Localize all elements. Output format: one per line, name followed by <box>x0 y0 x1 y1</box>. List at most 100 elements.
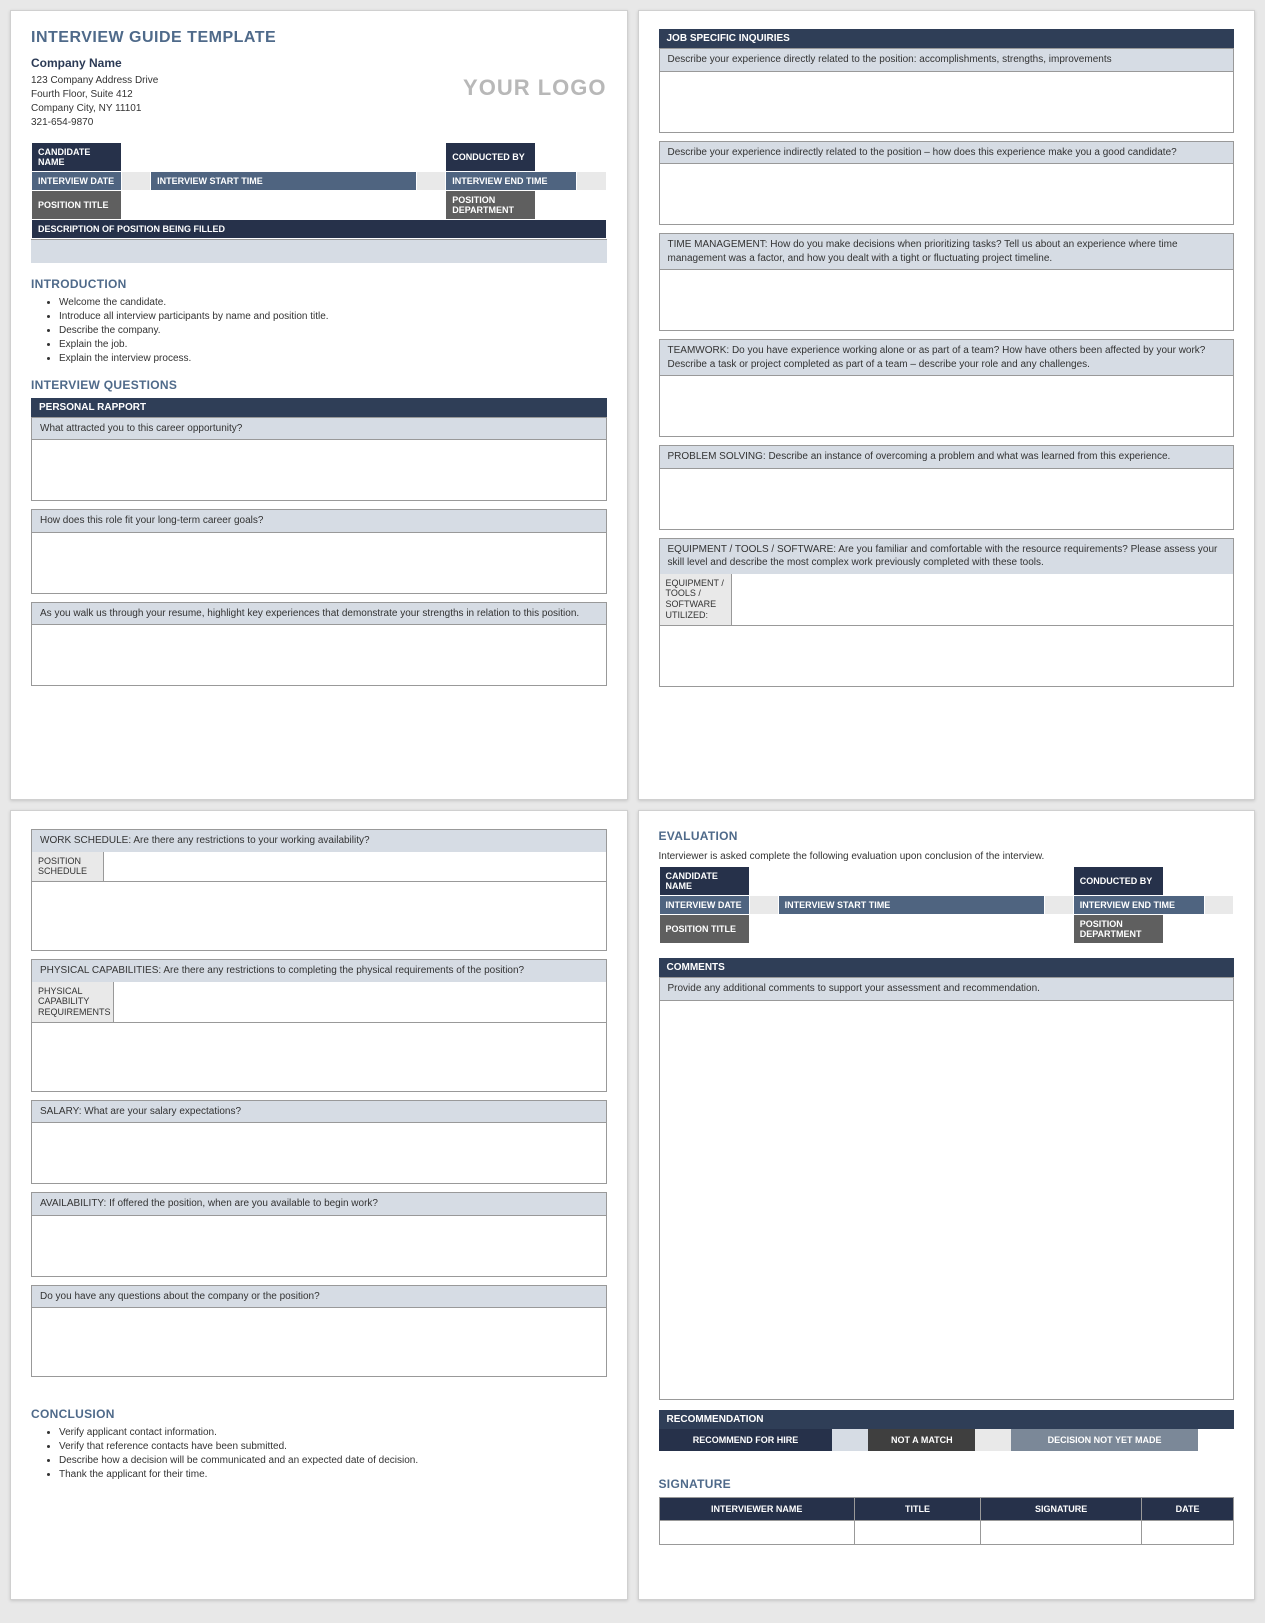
conclusion-item: Thank the applicant for their time. <box>59 1469 607 1480</box>
eval-label-interview-start: INTERVIEW START TIME <box>778 896 1044 915</box>
a-rapport-1[interactable] <box>31 439 607 501</box>
eval-input-interview-end[interactable] <box>1204 896 1233 915</box>
physical-label: PHYSICAL CAPABILITY REQUIREMENTS <box>32 982 114 1022</box>
sig-input-title[interactable] <box>854 1520 980 1544</box>
sig-input-date[interactable] <box>1142 1520 1234 1544</box>
page-2: JOB SPECIFIC INQUIRIES Describe your exp… <box>638 10 1256 800</box>
a-jsi-3[interactable] <box>659 269 1235 331</box>
job-specific-bar: JOB SPECIFIC INQUIRIES <box>659 29 1235 48</box>
a-rapport-2[interactable] <box>31 532 607 594</box>
q-physical: PHYSICAL CAPABILITIES: Are there any res… <box>31 959 607 982</box>
introduction-heading: INTRODUCTION <box>31 277 607 291</box>
q-any-questions: Do you have any questions about the comp… <box>31 1285 607 1308</box>
personal-rapport-bar: PERSONAL RAPPORT <box>31 398 607 417</box>
sig-input-signature[interactable] <box>981 1520 1142 1544</box>
jsi-6-sublabel-row: EQUIPMENT / TOOLS / SOFTWARE UTILIZED: <box>659 574 1235 625</box>
conclusion-item: Describe how a decision will be communic… <box>59 1455 607 1466</box>
rec-hire-label: RECOMMEND FOR HIRE <box>659 1429 833 1451</box>
input-conducted-by[interactable] <box>536 142 606 171</box>
physical-sublabel-row: PHYSICAL CAPABILITY REQUIREMENTS <box>31 982 607 1022</box>
work-schedule-sublabel-row: POSITION SCHEDULE <box>31 852 607 882</box>
conclusion-heading: CONCLUSION <box>31 1407 607 1421</box>
page-3: WORK SCHEDULE: Are there any restriction… <box>10 810 628 1600</box>
input-position-title[interactable] <box>122 190 446 219</box>
jsi-6-value[interactable] <box>732 574 1234 625</box>
q-rapport-1: What attracted you to this career opport… <box>31 417 607 440</box>
logo-placeholder: YOUR LOGO <box>463 55 606 101</box>
eval-input-interview-start[interactable] <box>1044 896 1073 915</box>
recommendation-table: RECOMMEND FOR HIRE NOT A MATCH DECISION … <box>659 1429 1235 1451</box>
evaluation-info-table: CANDIDATE NAME CONDUCTED BY INTERVIEW DA… <box>659 866 1235 944</box>
eval-label-position-title: POSITION TITLE <box>659 915 749 944</box>
rec-pending-check[interactable] <box>1198 1429 1234 1451</box>
signature-table: INTERVIEWER NAME TITLE SIGNATURE DATE <box>659 1497 1235 1545</box>
q-availability: AVAILABILITY: If offered the position, w… <box>31 1192 607 1215</box>
sig-col-name: INTERVIEWER NAME <box>659 1497 854 1520</box>
q-jsi-3: TIME MANAGEMENT: How do you make decisio… <box>659 233 1235 269</box>
label-interview-end: INTERVIEW END TIME <box>446 171 577 190</box>
q-jsi-6: EQUIPMENT / TOOLS / SOFTWARE: Are you fa… <box>659 538 1235 574</box>
a-availability[interactable] <box>31 1215 607 1277</box>
addr-line-3: Company City, NY 11101 <box>31 102 158 116</box>
label-description: DESCRIPTION OF POSITION BEING FILLED <box>32 219 607 238</box>
a-jsi-1[interactable] <box>659 71 1235 133</box>
q-jsi-5: PROBLEM SOLVING: Describe an instance of… <box>659 445 1235 468</box>
work-schedule-value[interactable] <box>104 852 606 882</box>
comments-box[interactable] <box>659 1000 1235 1400</box>
evaluation-heading: EVALUATION <box>659 829 1235 843</box>
q-jsi-2: Describe your experience indirectly rela… <box>659 141 1235 164</box>
q-jsi-4: TEAMWORK: Do you have experience working… <box>659 339 1235 375</box>
eval-label-interview-date: INTERVIEW DATE <box>659 896 749 915</box>
eval-input-conducted-by[interactable] <box>1163 867 1233 896</box>
evaluation-note: Interviewer is asked complete the follow… <box>659 851 1235 862</box>
eval-input-interview-date[interactable] <box>749 896 778 915</box>
label-interview-start: INTERVIEW START TIME <box>151 171 417 190</box>
sig-col-date: DATE <box>1142 1497 1234 1520</box>
page-1: INTERVIEW GUIDE TEMPLATE Company Name 12… <box>10 10 628 800</box>
page-4: EVALUATION Interviewer is asked complete… <box>638 810 1256 1600</box>
introduction-list: Welcome the candidate. Introduce all int… <box>31 297 607 364</box>
eval-input-position-dept[interactable] <box>1163 915 1233 944</box>
input-description[interactable] <box>31 239 607 263</box>
addr-line-1: 123 Company Address Drive <box>31 74 158 88</box>
q-work-schedule: WORK SCHEDULE: Are there any restriction… <box>31 829 607 852</box>
q-jsi-1: Describe your experience directly relate… <box>659 48 1235 71</box>
a-jsi-5[interactable] <box>659 468 1235 530</box>
rec-notmatch-check[interactable] <box>975 1429 1011 1451</box>
intro-item: Explain the interview process. <box>59 353 607 364</box>
eval-label-interview-end: INTERVIEW END TIME <box>1073 896 1204 915</box>
a-salary[interactable] <box>31 1122 607 1184</box>
eval-label-candidate-name: CANDIDATE NAME <box>659 867 749 896</box>
rec-pending-label: DECISION NOT YET MADE <box>1011 1429 1198 1451</box>
intro-item: Explain the job. <box>59 339 607 350</box>
signature-heading: SIGNATURE <box>659 1477 1235 1491</box>
a-physical[interactable] <box>31 1022 607 1092</box>
a-jsi-2[interactable] <box>659 163 1235 225</box>
input-candidate-name[interactable] <box>122 142 446 171</box>
input-interview-end[interactable] <box>577 171 606 190</box>
input-position-dept[interactable] <box>536 190 606 219</box>
a-rapport-3[interactable] <box>31 624 607 686</box>
comments-prompt: Provide any additional comments to suppo… <box>659 977 1235 1000</box>
label-position-dept: POSITION DEPARTMENT <box>446 190 536 219</box>
a-any-questions[interactable] <box>31 1307 607 1377</box>
recommendation-bar: RECOMMENDATION <box>659 1410 1235 1429</box>
conclusion-item: Verify applicant contact information. <box>59 1427 607 1438</box>
intro-item: Describe the company. <box>59 325 607 336</box>
label-conducted-by: CONDUCTED BY <box>446 142 536 171</box>
input-interview-date[interactable] <box>122 171 151 190</box>
jsi-6-label: EQUIPMENT / TOOLS / SOFTWARE UTILIZED: <box>660 574 732 625</box>
physical-value[interactable] <box>114 982 606 1022</box>
rec-hire-check[interactable] <box>832 1429 868 1451</box>
label-candidate-name: CANDIDATE NAME <box>32 142 122 171</box>
eval-input-candidate-name[interactable] <box>749 867 1073 896</box>
a-jsi-4[interactable] <box>659 375 1235 437</box>
rec-notmatch-label: NOT A MATCH <box>868 1429 975 1451</box>
a-work-schedule[interactable] <box>31 881 607 951</box>
q-rapport-2: How does this role fit your long-term ca… <box>31 509 607 532</box>
q-rapport-3: As you walk us through your resume, high… <box>31 602 607 625</box>
input-interview-start[interactable] <box>417 171 446 190</box>
sig-input-name[interactable] <box>659 1520 854 1544</box>
eval-input-position-title[interactable] <box>749 915 1073 944</box>
a-jsi-6[interactable] <box>659 625 1235 687</box>
